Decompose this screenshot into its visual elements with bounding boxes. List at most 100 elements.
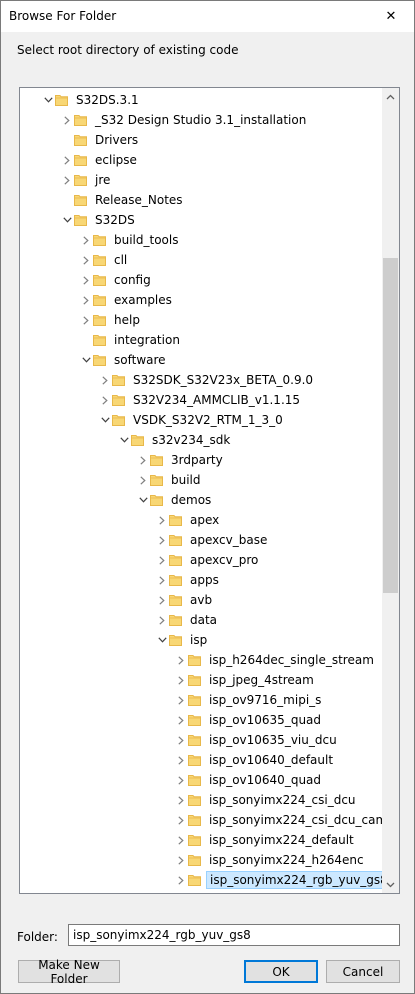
vertical-scrollbar[interactable] [382,88,399,893]
tree-item[interactable]: S32SDK_S32V23x_BETA_0.9.0 [20,370,383,390]
chevron-right-icon[interactable] [176,835,186,845]
chevron-right-icon[interactable] [176,775,186,785]
tree-item-label: isp_sonyimx224_rgb_yuv_gs8 [206,871,383,889]
close-button[interactable]: ✕ [368,1,414,31]
tree-item[interactable]: isp_jpeg_4stream [20,670,383,690]
tree-item[interactable]: apexcv_base [20,530,383,550]
tree-item[interactable]: isp_sonyimx224_csi_dcu [20,790,383,810]
chevron-right-icon[interactable] [176,695,186,705]
tree-item-label: VSDK_S32V2_RTM_1_3_0 [133,413,283,427]
tree-item[interactable]: isp_ov10640_default [20,750,383,770]
cancel-button[interactable]: Cancel [326,960,400,983]
tree-item[interactable]: VSDK_S32V2_RTM_1_3_0 [20,410,383,430]
chevron-down-icon[interactable] [157,635,167,645]
folder-tree[interactable]: S32DS.3.1 _S32 Design Studio 3.1_installa… [19,87,400,894]
tree-item-label: Release_Notes [95,193,183,207]
folder-icon [188,833,202,847]
tree-item[interactable]: _S32 Design Studio 3.1_installation [20,110,383,130]
tree-item[interactable]: jre [20,170,383,190]
chevron-right-icon[interactable] [81,295,91,305]
tree-item[interactable]: isp [20,630,383,650]
chevron-right-icon[interactable] [138,455,148,465]
folder-input[interactable] [68,924,400,946]
chevron-right-icon[interactable] [100,375,110,385]
tree-item-label: isp_sonyimx224_h264enc [209,853,364,867]
tree-item[interactable]: S32DS [20,210,383,230]
chevron-right-icon[interactable] [157,515,167,525]
chevron-right-icon[interactable] [157,555,167,565]
scroll-thumb[interactable] [383,257,398,593]
tree-item[interactable]: data [20,610,383,630]
chevron-right-icon[interactable] [138,475,148,485]
chevron-down-icon[interactable] [138,495,148,505]
chevron-right-icon[interactable] [176,875,186,885]
folder-icon [169,613,183,627]
tree-item[interactable]: apex [20,510,383,530]
tree-item-label: S32DS.3.1 [76,93,139,107]
chevron-right-icon[interactable] [176,675,186,685]
folder-icon [188,753,202,767]
chevron-right-icon[interactable] [157,595,167,605]
chevron-right-icon[interactable] [176,655,186,665]
tree-item[interactable]: software [20,350,383,370]
chevron-right-icon[interactable] [157,535,167,545]
chevron-right-icon[interactable] [81,235,91,245]
tree-item[interactable]: apps [20,570,383,590]
chevron-right-icon[interactable] [157,575,167,585]
chevron-right-icon[interactable] [176,855,186,865]
chevron-down-icon[interactable] [100,415,110,425]
tree-item[interactable]: isp_sonyimx224_csi_dcu_cam_switch [20,810,383,830]
chevron-right-icon[interactable] [100,395,110,405]
tree-item[interactable]: build_tools [20,230,383,250]
tree-item[interactable]: S32V234_AMMCLIB_v1.1.15 [20,390,383,410]
folder-icon [74,113,88,127]
tree-item[interactable]: isp_ov10635_viu_dcu [20,730,383,750]
chevron-right-icon[interactable] [62,175,72,185]
tree-item[interactable]: 3rdparty [20,450,383,470]
chevron-right-icon[interactable] [62,115,72,125]
tree-item[interactable]: integration [20,330,383,350]
tree-item[interactable]: build [20,470,383,490]
chevron-right-icon[interactable] [176,715,186,725]
chevron-down-icon[interactable] [62,215,72,225]
chevron-down-icon[interactable] [81,355,91,365]
chevron-right-icon[interactable] [81,275,91,285]
tree-item[interactable]: s32v234_sdk [20,430,383,450]
tree-item[interactable]: isp_sonyimx224_h264enc [20,850,383,870]
tree-item[interactable]: Release_Notes [20,190,383,210]
tree-item[interactable]: cll [20,250,383,270]
scroll-down-button[interactable] [382,876,399,893]
chevron-right-icon[interactable] [81,255,91,265]
folder-icon [112,373,126,387]
tree-item[interactable]: isp_ov10635_quad [20,710,383,730]
tree-item[interactable]: isp_ov10640_quad [20,770,383,790]
tree-item[interactable]: config [20,270,383,290]
chevron-right-icon[interactable] [62,155,72,165]
tree-item[interactable]: demos [20,490,383,510]
chevron-right-icon[interactable] [157,615,167,625]
title-bar: Browse For Folder ✕ [1,1,414,32]
tree-item[interactable]: help [20,310,383,330]
tree-item[interactable]: isp_sonyimx224_rgb_yuv_gs8 [20,870,383,890]
tree-item[interactable]: isp_h264dec_single_stream [20,650,383,670]
tree-item[interactable]: isp_sonyimx224_default [20,830,383,850]
chevron-right-icon[interactable] [176,815,186,825]
chevron-down-icon[interactable] [119,435,129,445]
make-new-folder-button[interactable]: Make New Folder [18,958,120,986]
tree-item[interactable]: isp_ov9716_mipi_s [20,690,383,710]
tree-item[interactable]: examples [20,290,383,310]
chevron-right-icon[interactable] [176,735,186,745]
chevron-right-icon[interactable] [176,755,186,765]
chevron-down-icon[interactable] [43,95,53,105]
folder-icon [188,793,202,807]
scroll-up-button[interactable] [382,88,399,105]
tree-item[interactable]: Drivers [20,130,383,150]
tree-item-label: isp_ov10640_default [209,753,334,767]
chevron-right-icon[interactable] [176,795,186,805]
tree-item[interactable]: S32DS.3.1 [20,90,383,110]
ok-button[interactable]: OK [244,960,318,983]
chevron-right-icon[interactable] [81,315,91,325]
tree-item[interactable]: avb [20,590,383,610]
tree-item[interactable]: eclipse [20,150,383,170]
tree-item[interactable]: apexcv_pro [20,550,383,570]
